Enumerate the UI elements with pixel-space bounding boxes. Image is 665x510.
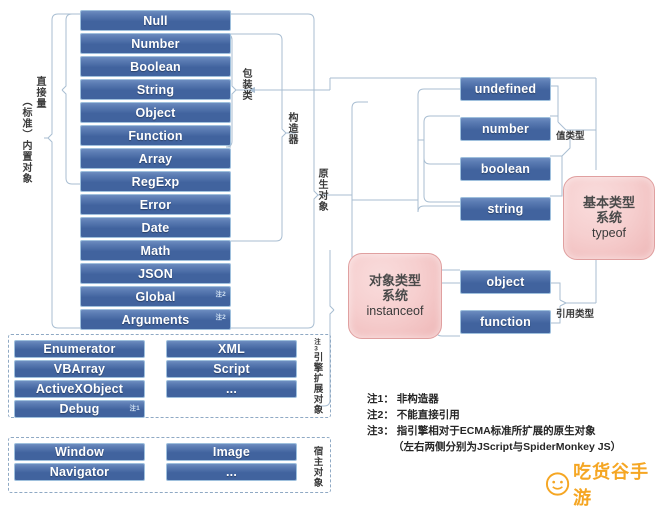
box-note-superscript: 注1 [129,405,140,412]
label-constructor: 构造器 [286,112,297,145]
box-label: Boolean [130,59,181,74]
primitive-type-system-box: 基本类型 系统 typeof [563,176,655,260]
box-number: number [460,117,551,141]
box-label: Date [141,220,170,235]
box-navigator: Navigator [14,463,145,481]
box-label: string [487,202,524,216]
label-standard-builtin-objects: （标准）内置对象 [20,96,31,184]
box-error: Error [80,194,231,215]
label-literal: 直接量 [34,76,45,109]
box-string: String [80,79,231,100]
label-engine-extension-objects: 引擎扩展对象 [311,352,323,415]
box-label: RegExp [131,174,180,189]
label-reference-types: 引用类型 [556,309,595,320]
box-label: Number [131,36,180,51]
box-math: Math [80,240,231,261]
footnote-3-continued: （左右两侧分别为JScript与SpiderMonkey JS） [393,440,622,453]
box-undefined: undefined [460,77,551,101]
box-activexobject: ActiveXObject [14,380,145,398]
box-vbarray: VBArray [14,360,145,378]
box-boolean: boolean [460,157,551,181]
box-json: JSON [80,263,231,284]
box-debug: Debug 注1 [14,400,145,418]
footnote-1: 注1： 非构造器 [367,393,439,405]
box-global: Global 注2 [80,286,231,307]
object-system-line2: 系统 [381,288,408,304]
label-native-object: 原生对象 [316,168,327,212]
object-type-system-box: 对象类型 系统 instanceof [348,253,442,339]
box-script: Script [166,360,297,378]
box-label: boolean [480,162,531,176]
primitive-system-line1: 基本类型 [582,194,635,210]
box-null: Null [80,10,231,31]
box-array: Array [80,148,231,169]
box-: ... [166,463,297,481]
box-label: Arguments [121,312,190,327]
box-object: object [460,270,551,294]
box-label: Navigator [49,465,110,479]
box-date: Date [80,217,231,238]
box-label: ... [225,465,238,479]
box-note-superscript: 注2 [215,314,226,321]
primitive-system-line2: 系统 [595,210,622,226]
box-label: String [136,82,175,97]
box-object: Object [80,102,231,123]
box-label: Image [212,445,251,459]
mascot-face-icon [545,472,570,496]
box-label: ActiveXObject [35,382,124,396]
primitive-system-line3: typeof [591,226,627,241]
box-label: JSON [138,266,173,281]
box-string: string [460,197,551,221]
box-label: Debug [59,402,100,416]
box-enumerator: Enumerator [14,340,145,358]
box-window: Window [14,443,145,461]
box-label: XML [218,342,245,356]
box-label: Array [138,151,173,166]
label-host-objects: 宿主对象 [311,446,323,488]
box-image: Image [166,443,297,461]
watermark-text: 吃货谷手游 [573,462,650,509]
box-xml: XML [166,340,297,358]
box-label: object [486,275,525,289]
box-function: function [460,310,551,334]
label-wrapper-class: 包装类 [240,68,251,101]
box-label: Enumerator [43,342,116,356]
footnotes: 注1： 非构造器 注2： 不能直接引用 注3： 指引擎相对于ECMA标准所扩展的… [367,392,657,456]
box-function: Function [80,125,231,146]
box-boolean: Boolean [80,56,231,77]
box-label: number [481,122,530,136]
object-system-line3: instanceof [366,304,424,319]
box-note-superscript: 注2 [215,291,226,298]
box-label: Window [55,445,104,459]
box-label: ... [225,382,238,396]
box-label: VBArray [53,362,106,376]
box-label: Function [128,128,183,143]
box-label: Math [140,243,171,258]
box-regexp: RegExp [80,171,231,192]
box-label: Global [135,289,176,304]
box-number: Number [80,33,231,54]
box-label: function [480,315,531,329]
box-label: Error [139,197,172,212]
diagram-canvas: （标准）内置对象 直接量 包装类 构造器 原生对象 Null Number Bool… [0,0,665,509]
footnote-2: 注2： 不能直接引用 [367,408,460,421]
label-engine-extension-note: 注3 [312,338,320,354]
watermark: 吃货谷手游 [545,458,665,510]
label-value-types: 值类型 [556,131,585,142]
box-arguments: Arguments 注2 [80,309,231,330]
box-label: undefined [474,82,537,96]
box-: ... [166,380,297,398]
object-system-line1: 对象类型 [368,272,421,288]
box-label: Script [213,362,250,376]
box-label: Null [143,13,168,28]
box-label: Object [135,105,176,120]
footnote-3: 注3： 指引擎相对于ECMA标准所扩展的原生对象 [367,424,596,437]
